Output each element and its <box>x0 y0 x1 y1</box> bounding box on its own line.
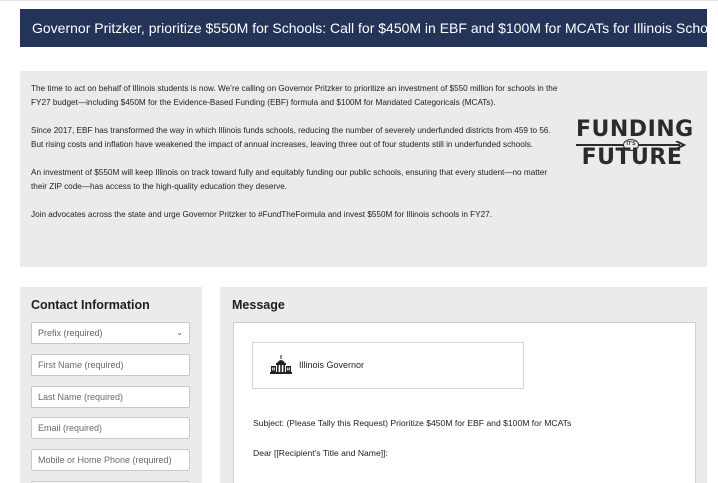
recipient-name: Illinois Governor <box>299 360 365 370</box>
email-field[interactable] <box>31 417 190 439</box>
intro-panel: The time to act on behalf of Illinois st… <box>20 71 707 267</box>
intro-paragraph-2: Since 2017, EBF has transformed the way … <box>31 125 551 150</box>
message-body[interactable]: Illinois Governor Subject: (Please Tally… <box>233 322 696 483</box>
last-name-field[interactable] <box>31 386 190 408</box>
recipient-card: Illinois Governor <box>252 342 524 389</box>
capitol-building-icon <box>270 355 292 374</box>
intro-paragraph-4: Join advocates across the state and urge… <box>31 209 493 219</box>
funding-future-logo: FUNDING IT'S FUTURE <box>576 117 694 173</box>
contact-section-title: Contact Information <box>31 298 150 312</box>
intro-paragraph-3: An investment of $550M will keep Illinoi… <box>31 167 548 192</box>
message-panel: Message Illinois Governor Subject: (Plea… <box>220 287 707 483</box>
logo-word-funding: FUNDING <box>576 117 694 142</box>
top-strip <box>0 0 718 8</box>
logo-word-future: FUTURE <box>581 145 683 170</box>
phone-field[interactable] <box>31 449 190 471</box>
intro-text: The time to act on behalf of Illinois st… <box>31 82 561 236</box>
message-salutation: Dear [[Recipient's Title and Name]]: <box>253 448 388 458</box>
first-name-field[interactable] <box>31 354 190 376</box>
prefix-select[interactable]: Prefix (required) ⌄ <box>31 322 190 344</box>
contact-information-panel: Contact Information Prefix (required) ⌄ <box>20 287 202 483</box>
message-subject: Subject: (Please Tally this Request) Pri… <box>253 418 572 428</box>
message-section-title: Message <box>232 298 285 312</box>
chevron-down-icon: ⌄ <box>176 328 183 337</box>
page-title: Governor Pritzker, prioritize $550M for … <box>32 20 707 36</box>
page-title-bar: Governor Pritzker, prioritize $550M for … <box>20 9 707 47</box>
prefix-select-placeholder: Prefix (required) <box>38 328 103 338</box>
intro-paragraph-1: The time to act on behalf of Illinois st… <box>31 84 558 108</box>
